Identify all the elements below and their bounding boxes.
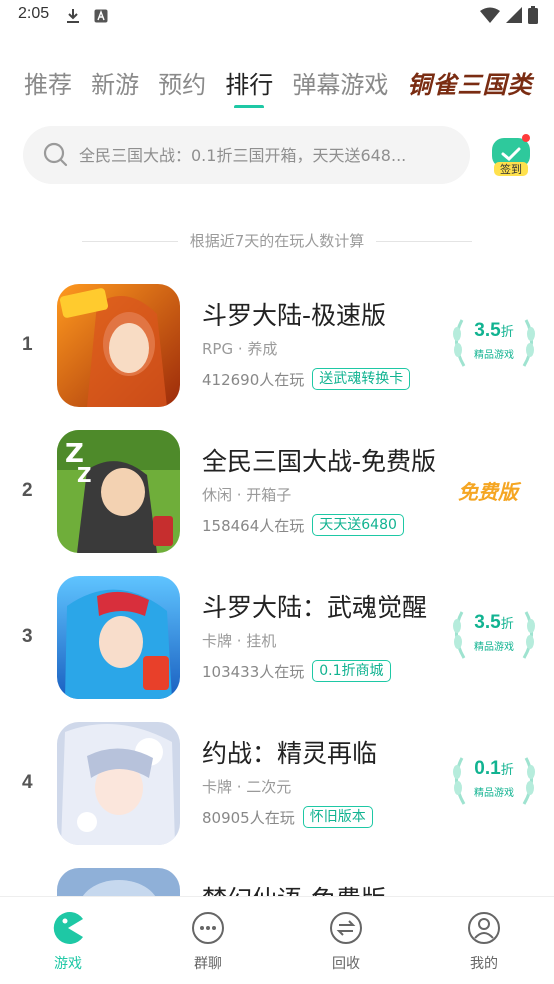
discount-unit: 折 bbox=[500, 616, 514, 631]
tab-tongque-sanguo[interactable]: 铜雀三国类 bbox=[407, 68, 532, 102]
promo-badge: 送武魂转换卡 bbox=[312, 368, 411, 390]
player-count: 158464人在玩 bbox=[202, 516, 305, 535]
nav-label: 游戏 bbox=[54, 956, 82, 972]
game-tags: 卡牌 · 二次元 bbox=[202, 778, 292, 796]
chat-icon bbox=[191, 911, 225, 945]
discount-tag: 3.5折 精品游戏 bbox=[448, 314, 540, 372]
nav-label: 我的 bbox=[470, 956, 498, 972]
status-time: 2:05 bbox=[18, 5, 50, 22]
download-icon bbox=[66, 8, 80, 28]
nav-recycle[interactable]: 回收 bbox=[306, 911, 386, 973]
tab-ranking[interactable]: 排行 bbox=[225, 68, 273, 102]
discount-unit: 折 bbox=[500, 324, 514, 339]
rank-number: 4 bbox=[22, 772, 33, 793]
category-tabs: 推荐 新游 预约 排行 弹幕游戏 铜雀三国类 bbox=[24, 68, 554, 108]
game-players: 80905人在玩 怀旧版本 bbox=[202, 806, 373, 828]
game-icon-douluo-speed[interactable] bbox=[57, 284, 180, 407]
game-title: 斗罗大陆-极速版 bbox=[202, 301, 387, 330]
search-icon bbox=[43, 142, 69, 172]
checkin-button[interactable]: 签到 bbox=[488, 132, 534, 178]
promo-badge: 天天送6480 bbox=[312, 514, 404, 536]
profile-icon bbox=[467, 911, 501, 945]
signal-icon bbox=[506, 7, 522, 27]
nav-label: 群聊 bbox=[194, 956, 222, 972]
status-bar: 2:05 bbox=[0, 0, 554, 32]
wifi-icon bbox=[480, 7, 500, 27]
recycle-icon bbox=[329, 911, 363, 945]
game-players: 412690人在玩 送武魂转换卡 bbox=[202, 368, 411, 390]
promo-badge: 0.1折商城 bbox=[312, 660, 391, 682]
rank-number: 2 bbox=[22, 480, 33, 501]
divider bbox=[81, 241, 178, 242]
game-icon-douluo-awakening[interactable] bbox=[57, 576, 180, 699]
discount-sub: 精品游戏 bbox=[474, 642, 514, 653]
bottom-nav: 游戏 群聊 回收 我的 bbox=[0, 896, 554, 984]
tab-reserve[interactable]: 预约 bbox=[158, 68, 206, 102]
checkin-label: 签到 bbox=[500, 163, 522, 176]
rank-number: 3 bbox=[22, 626, 33, 647]
game-players: 158464人在玩 天天送6480 bbox=[202, 514, 404, 536]
pacman-icon bbox=[51, 911, 85, 945]
discount-tag: 0.1折 精品游戏 bbox=[448, 752, 540, 810]
nav-games[interactable]: 游戏 bbox=[28, 911, 108, 973]
player-count: 80905人在玩 bbox=[202, 808, 295, 827]
rank-number: 1 bbox=[22, 334, 33, 355]
list-item[interactable]: 1 斗罗大陆-极速版 RPG · 养成 412690人在玩 送武魂转换卡 3.5… bbox=[0, 284, 554, 416]
search-input[interactable] bbox=[79, 126, 459, 184]
game-players: 103433人在玩 0.1折商城 bbox=[202, 660, 391, 682]
game-title: 约战：精灵再临 bbox=[202, 739, 378, 768]
discount-value: 0.1 bbox=[474, 758, 501, 779]
game-tags: 卡牌 · 挂机 bbox=[202, 632, 277, 650]
battery-icon bbox=[528, 6, 538, 28]
tab-danmaku-games[interactable]: 弹幕游戏 bbox=[292, 68, 388, 102]
discount-value: 3.5 bbox=[474, 320, 501, 341]
search-bar[interactable] bbox=[23, 126, 470, 184]
ranking-note-text: 根据近7天的在玩人数计算 bbox=[189, 232, 365, 250]
discount-tag: 3.5折 精品游戏 bbox=[448, 606, 540, 664]
player-count: 412690人在玩 bbox=[202, 370, 305, 389]
game-icon-yuezhan[interactable] bbox=[57, 722, 180, 845]
list-item[interactable]: 2 Z Z 全民三国大战-免费版 休闲 · 开箱子 158464人在玩 天天送6… bbox=[0, 430, 554, 562]
free-version-tag: 免费版 bbox=[458, 480, 518, 504]
promo-badge: 怀旧版本 bbox=[302, 806, 373, 828]
divider bbox=[376, 241, 473, 242]
svg-text:Z: Z bbox=[77, 463, 92, 487]
tab-recommend[interactable]: 推荐 bbox=[24, 68, 72, 102]
game-tags: 休闲 · 开箱子 bbox=[202, 486, 292, 504]
discount-value: 3.5 bbox=[474, 612, 501, 633]
nav-label: 回收 bbox=[332, 956, 360, 972]
ranking-note: 根据近7天的在玩人数计算 bbox=[0, 230, 554, 251]
keyboard-icon bbox=[94, 8, 108, 27]
game-tags: RPG · 养成 bbox=[202, 340, 278, 358]
game-title: 全民三国大战-免费版 bbox=[202, 447, 437, 476]
player-count: 103433人在玩 bbox=[202, 662, 305, 681]
nav-group-chat[interactable]: 群聊 bbox=[168, 911, 248, 973]
game-title: 斗罗大陆：武魂觉醒 bbox=[202, 593, 428, 622]
discount-sub: 精品游戏 bbox=[474, 350, 514, 361]
nav-profile[interactable]: 我的 bbox=[444, 911, 524, 973]
list-item[interactable]: 3 斗罗大陆：武魂觉醒 卡牌 · 挂机 103433人在玩 0.1折商城 3.5… bbox=[0, 576, 554, 708]
list-item[interactable]: 4 约战：精灵再临 卡牌 · 二次元 80905人在玩 怀旧版本 0.1折 精品… bbox=[0, 722, 554, 854]
game-icon-sanguo-war[interactable]: Z Z bbox=[57, 430, 180, 553]
discount-unit: 折 bbox=[500, 762, 514, 777]
tab-new-games[interactable]: 新游 bbox=[91, 68, 139, 102]
discount-sub: 精品游戏 bbox=[474, 788, 514, 799]
